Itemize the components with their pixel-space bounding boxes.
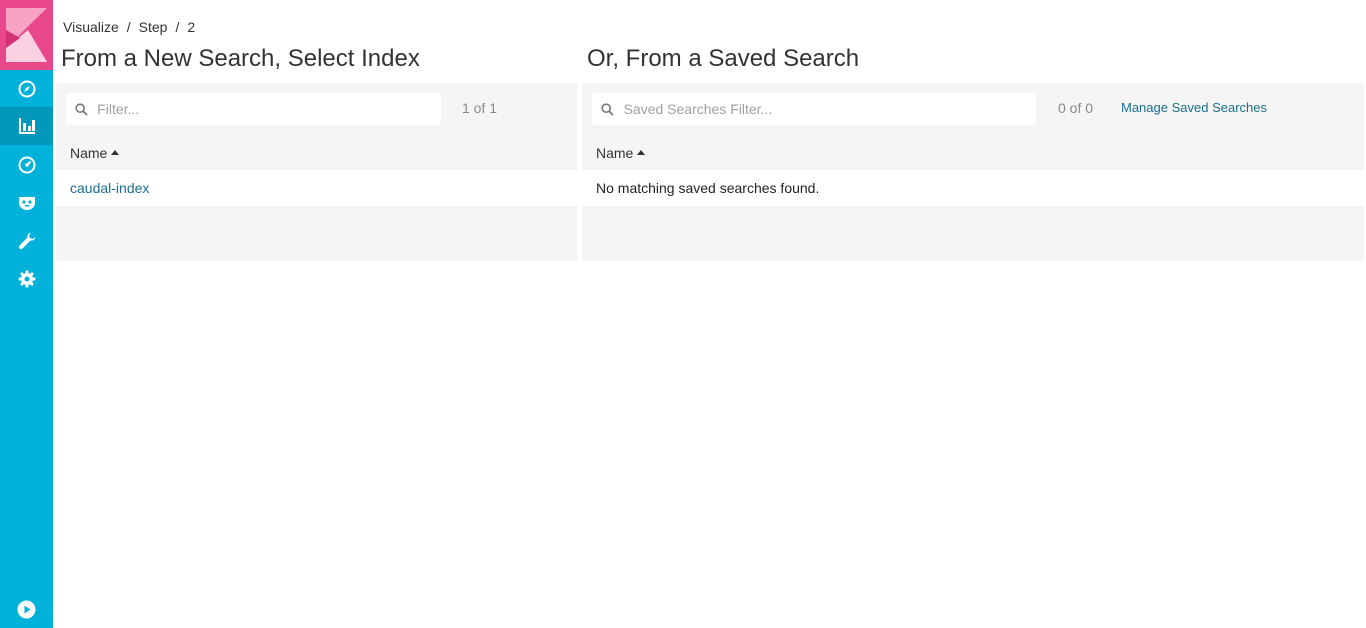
nav-discover[interactable] [0,70,53,108]
saved-search-panel: 0 of 0 Manage Saved Searches Name No mat… [582,83,1364,261]
dashboard-gauge-icon [18,156,35,174]
sidebar [0,0,53,628]
gear-icon [18,270,35,288]
saved-search-name-column-header[interactable]: Name [582,136,1364,170]
table-row: caudal-index [56,170,577,206]
breadcrumb-step-number: 2 [187,19,196,35]
compass-icon [18,80,35,98]
column-header-label: Name [70,145,108,161]
nav-dashboard[interactable] [0,146,53,184]
new-search-title: From a New Search, Select Index [61,45,420,72]
table-row: No matching saved searches found. [582,170,1364,206]
nav-visualize[interactable] [0,107,53,145]
kibana-logo[interactable] [0,0,53,70]
index-toolbar: 1 of 1 [56,83,577,136]
bar-chart-icon [18,118,35,134]
saved-search-filter-input[interactable] [623,101,1036,117]
nav-management[interactable] [0,260,53,298]
play-circle-icon [17,600,36,618]
nav-timelion[interactable] [0,184,53,222]
nav-dev-tools[interactable] [0,222,53,260]
empty-message: No matching saved searches found. [596,180,820,196]
search-icon [592,102,624,116]
index-pattern-panel: 1 of 1 Name caudal-index [56,83,577,261]
index-filter-box [66,93,441,125]
manage-saved-searches-link[interactable]: Manage Saved Searches [1121,100,1267,115]
index-pattern-link[interactable]: caudal-index [70,180,149,196]
breadcrumb-step: Step [138,19,168,35]
sort-ascending-icon [111,149,120,155]
index-filter-input[interactable] [97,101,441,117]
column-header-label: Name [596,145,634,161]
breadcrumb: Visualize / Step / 2 [63,19,195,35]
breadcrumb-separator: / [175,19,180,35]
kibana-logo-icon [6,8,47,62]
timelion-mask-icon [18,197,35,210]
index-pager: 1 of 1 [462,100,498,116]
search-icon [66,102,97,116]
breadcrumb-visualize[interactable]: Visualize [63,19,119,35]
nav-collapse[interactable] [0,590,53,628]
saved-search-title: Or, From a Saved Search [587,45,860,72]
breadcrumb-separator: / [126,19,131,35]
saved-search-pager: 0 of 0 [1058,100,1094,116]
saved-search-toolbar: 0 of 0 Manage Saved Searches [582,83,1364,136]
sort-ascending-icon [637,149,646,155]
wrench-icon [18,233,35,250]
saved-search-filter-box [592,93,1036,125]
index-name-column-header[interactable]: Name [56,136,577,170]
